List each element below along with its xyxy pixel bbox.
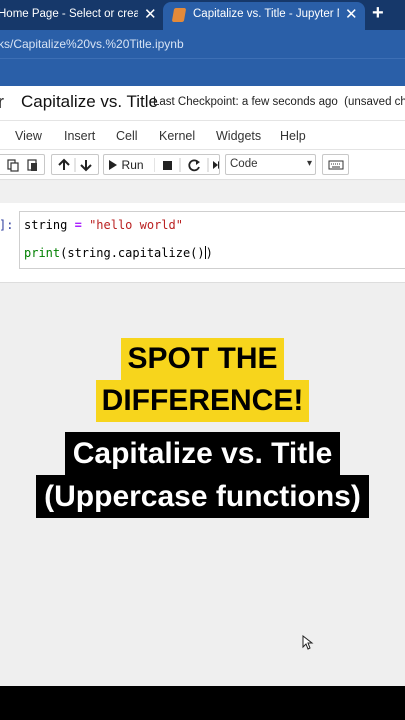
copy-paste-icons[interactable] [2,158,42,172]
address-bar[interactable]: ks/Capitalize%20vs.%20Title.ipynb [0,30,405,58]
run-control-group: Run [103,154,220,175]
bottom-black-bar [0,686,405,720]
move-cell-group [51,154,99,175]
tab-label: Home Page - Select or create a n [0,8,138,20]
menu-view[interactable]: View [15,129,42,143]
unsaved-text: (unsaved chan [344,96,405,108]
cell-type-select[interactable]: Code ▾ [225,154,316,175]
tab-capitalize-notebook[interactable]: Capitalize vs. Title - Jupyter Note ✕ [163,2,365,30]
move-arrows [58,157,92,172]
headline-line-2: DIFFERENCE! [95,380,310,422]
arrow-down-icon[interactable] [80,159,92,171]
code-cell[interactable]: ]: string = "hello world" print(string.c… [0,203,405,283]
new-tab-button[interactable]: + [372,2,384,25]
code-builtin: print [24,246,61,260]
browser-tab-bar: Home Page - Select or create a n ✕ Capit… [0,0,405,30]
run-icon[interactable] [104,158,119,172]
mouse-pointer-icon [302,635,314,650]
fast-forward-icon[interactable] [212,160,219,169]
caption-line-1: Capitalize vs. Title [64,432,341,475]
close-icon[interactable]: ✕ [345,5,358,23]
menu-kernel[interactable]: Kernel [159,129,195,143]
notebook-padding [0,181,405,203]
command-palette-button[interactable] [322,154,349,175]
code-string: "hello world" [89,218,183,232]
chevron-down-icon: ▾ [306,158,312,169]
black-caption: Capitalize vs. Title (Uppercase function… [0,432,405,518]
code-operator: = [74,218,82,232]
yellow-headline: SPOT THE DIFFERENCE! [0,338,405,422]
jupyter-logo-text[interactable]: r [0,92,4,113]
code-line-1: string = "hello world" [24,218,183,232]
code-call: (string.capitalize() [60,246,205,260]
bookmark-bar [0,58,405,86]
notebook-icon [171,8,187,22]
url-text[interactable]: ks/Capitalize%20vs.%20Title.ipynb [0,37,184,51]
copy-paste-group [0,154,45,175]
close-icon[interactable]: ✕ [144,5,157,23]
checkpoint-text: Last Checkpoint: a few seconds ago [153,96,338,108]
menu-cell[interactable]: Cell [116,129,138,143]
menu-help[interactable]: Help [280,129,306,143]
notebook-title[interactable]: Capitalize vs. Title [21,92,158,112]
tab-label: Capitalize vs. Title - Jupyter Note [193,8,339,20]
jupyter-header: r Capitalize vs. Title Last Checkpoint: … [0,86,405,120]
cell-prompt: ]: [0,218,14,232]
stop-icon[interactable] [162,160,172,170]
cell-editor[interactable]: string = "hello world" print(string.capi… [19,211,405,269]
run-button[interactable]: Run [122,158,144,172]
cell-type-value: Code [230,158,258,170]
menu-insert[interactable]: Insert [64,129,95,143]
code-line-2: print(string.capitalize()) [24,246,213,260]
keyboard-icon [328,160,343,169]
headline-line-1: SPOT THE [121,338,284,380]
notebook-toolbar: Run Code ▾ [0,150,405,180]
code-variable: string [24,218,68,232]
tab-home-page[interactable]: Home Page - Select or create a n ✕ [0,0,163,30]
kernel-controls [153,157,219,172]
arrow-up-icon[interactable] [58,158,70,170]
caption-line-2: (Uppercase functions) [36,475,369,518]
menu-bar: View Insert Cell Kernel Widgets Help [0,120,405,150]
checkpoint-status: Last Checkpoint: a few seconds ago (unsa… [153,96,405,108]
code-bracket: ) [205,246,213,260]
menu-widgets[interactable]: Widgets [216,129,261,143]
